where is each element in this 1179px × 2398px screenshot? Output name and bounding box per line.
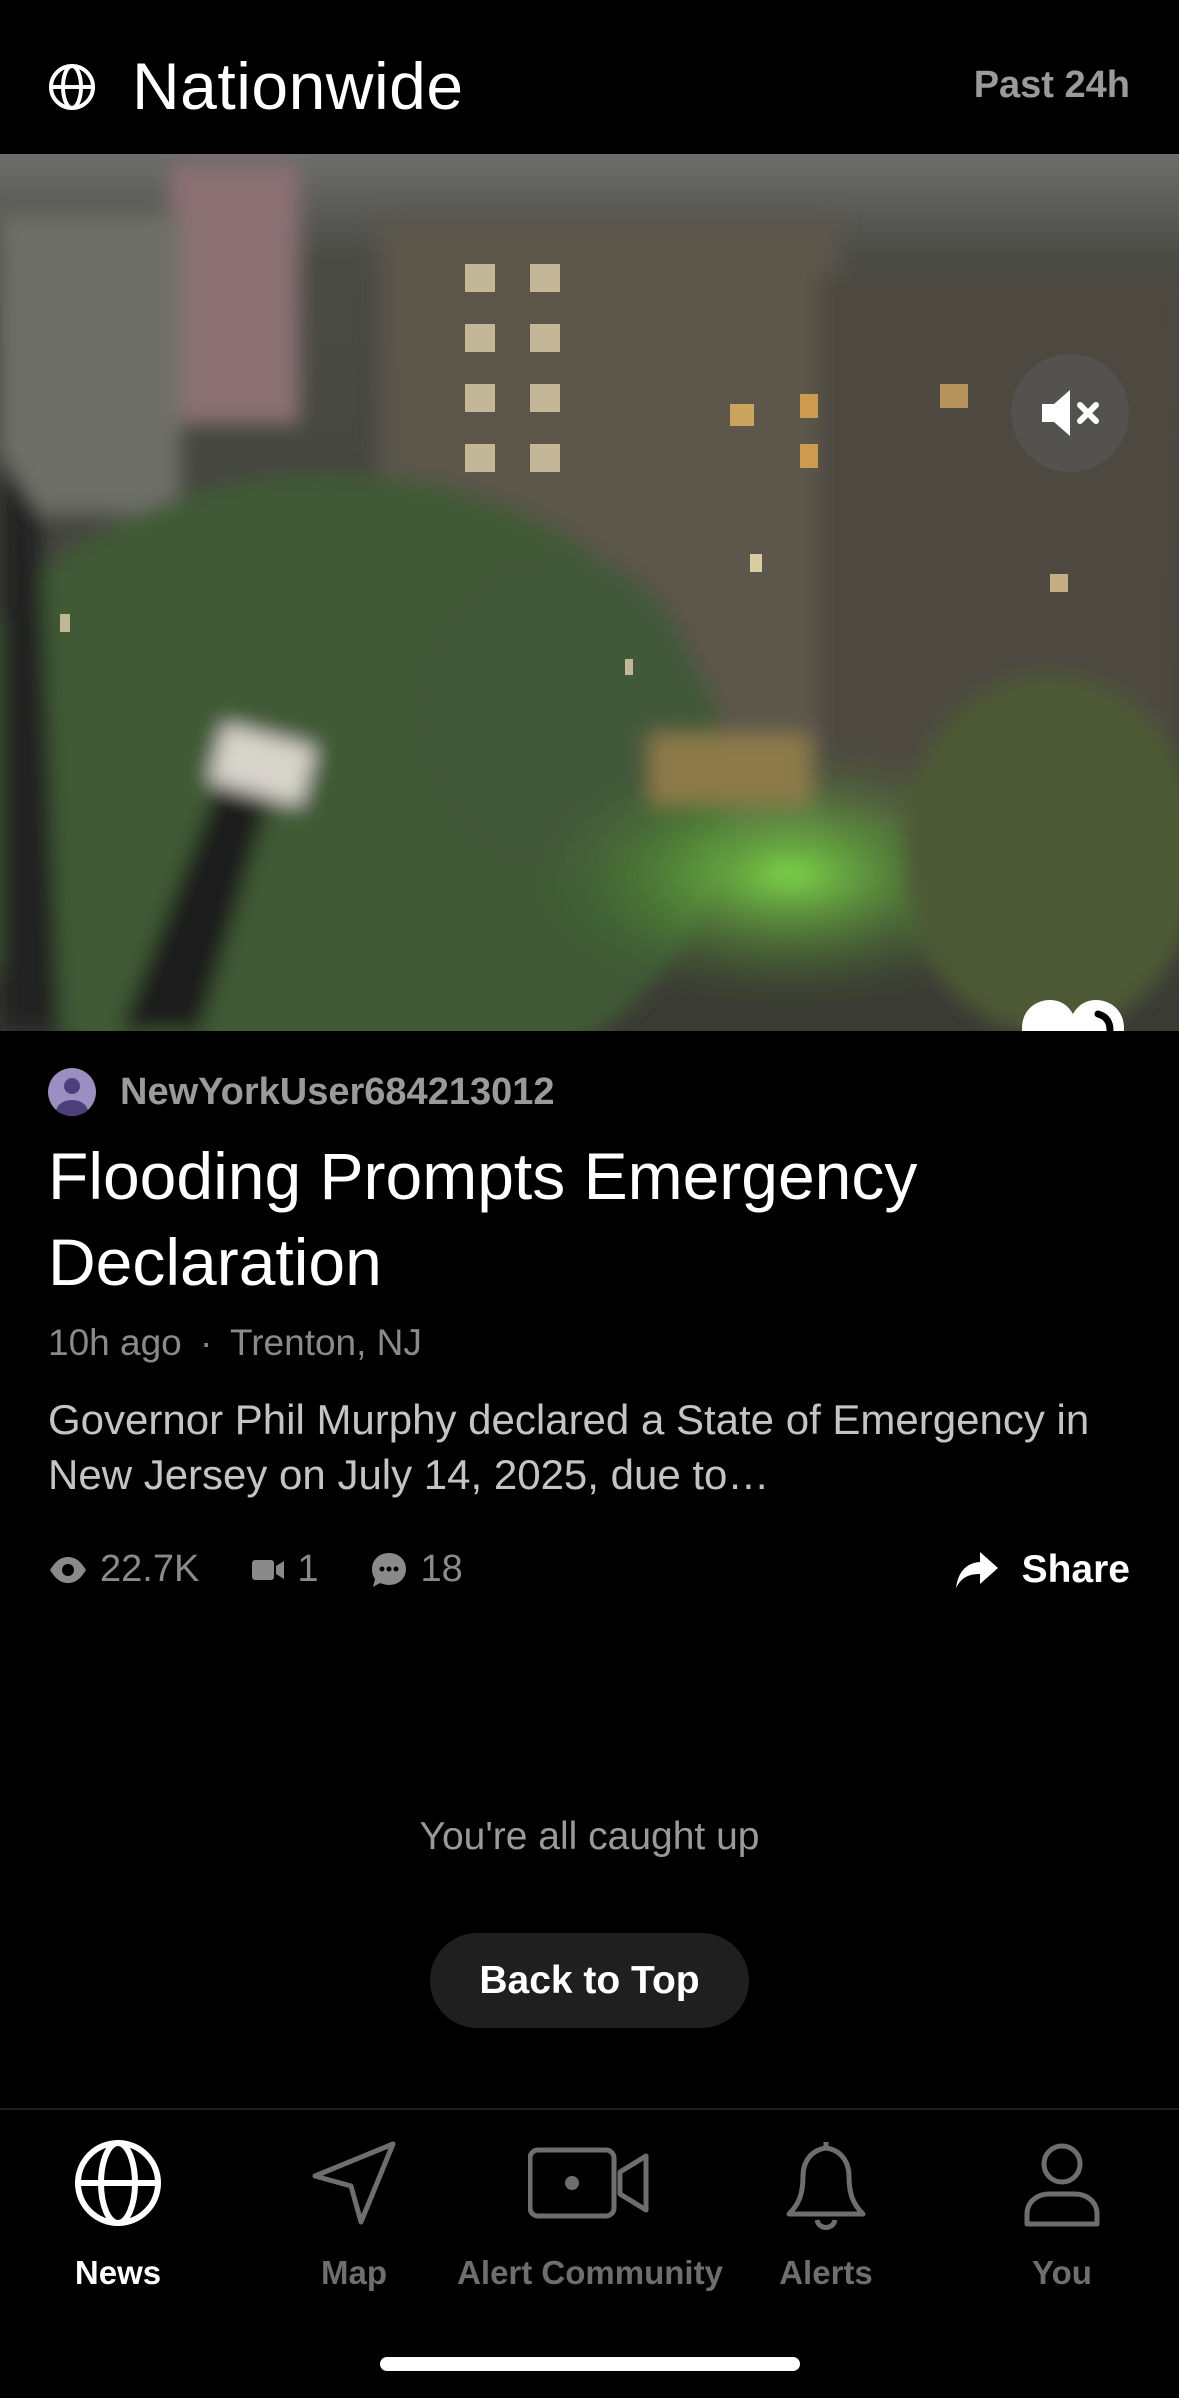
mute-button[interactable]	[1011, 354, 1129, 472]
share-label: Share	[1021, 1548, 1130, 1591]
comment-count-value: 18	[420, 1548, 463, 1590]
post-stats: 22.7K 1 18	[48, 1548, 515, 1591]
globe-icon	[75, 2140, 161, 2226]
video-count: 1	[251, 1548, 318, 1591]
post-meta: 10h ago · Trenton, NJ	[48, 1322, 422, 1364]
view-count-value: 22.7K	[100, 1548, 200, 1590]
time-range-filter[interactable]: Past 24h	[974, 64, 1130, 107]
comment-count[interactable]: 18	[370, 1548, 463, 1591]
view-count: 22.7K	[48, 1548, 199, 1591]
speaker-muted-icon	[1042, 390, 1099, 436]
video-count-value: 1	[297, 1548, 319, 1590]
post-time: 10h ago	[48, 1322, 182, 1363]
tab-you[interactable]: You	[944, 2110, 1179, 2310]
globe-icon[interactable]	[47, 62, 97, 112]
tab-label: Alerts	[779, 2254, 873, 2291]
post-location: Trenton, NJ	[229, 1322, 422, 1363]
bell-icon	[786, 2142, 866, 2230]
video-player[interactable]	[0, 154, 1179, 1031]
back-to-top-button[interactable]: Back to Top	[430, 1933, 749, 2028]
tab-label: Map	[321, 2254, 387, 2291]
eye-icon	[50, 1556, 86, 1583]
post-title[interactable]: Flooding Prompts Emergency Declaration	[48, 1133, 1128, 1305]
comment-bubble-icon	[372, 1552, 407, 1587]
tab-alerts[interactable]: Alerts	[708, 2110, 944, 2310]
navigation-arrow-icon	[312, 2141, 396, 2225]
video-frame	[0, 154, 1179, 1031]
post-author[interactable]: NewYorkUser684213012	[48, 1068, 555, 1116]
tab-label: You	[1032, 2254, 1092, 2291]
share-button[interactable]: Share	[954, 1548, 1130, 1592]
share-arrow-icon	[955, 1552, 998, 1588]
home-indicator[interactable]	[380, 2357, 800, 2371]
tab-alert-community[interactable]: Alert Community	[457, 2110, 723, 2310]
tab-map[interactable]: Map	[236, 2110, 472, 2310]
post-summary[interactable]: Governor Phil Murphy declared a State of…	[48, 1392, 1138, 1502]
meta-separator: ·	[200, 1322, 213, 1363]
video-camera-icon	[528, 2147, 649, 2219]
tab-news[interactable]: News	[0, 2110, 236, 2310]
bottom-tab-bar: News Map Alert Community Alerts You	[0, 2108, 1179, 2398]
author-name: NewYorkUser684213012	[120, 1070, 555, 1113]
video-camera-icon	[252, 1559, 285, 1580]
feed-end-message: You're all caught up	[419, 1815, 760, 1858]
feed-scope-title[interactable]: Nationwide	[132, 48, 464, 124]
tab-label: Alert Community	[457, 2254, 723, 2291]
person-icon	[1024, 2143, 1100, 2227]
top-header: Nationwide Past 24h	[0, 0, 1179, 154]
heart-icon[interactable]	[1018, 996, 1128, 1031]
person-icon	[56, 1078, 88, 1116]
avatar	[48, 1068, 96, 1116]
